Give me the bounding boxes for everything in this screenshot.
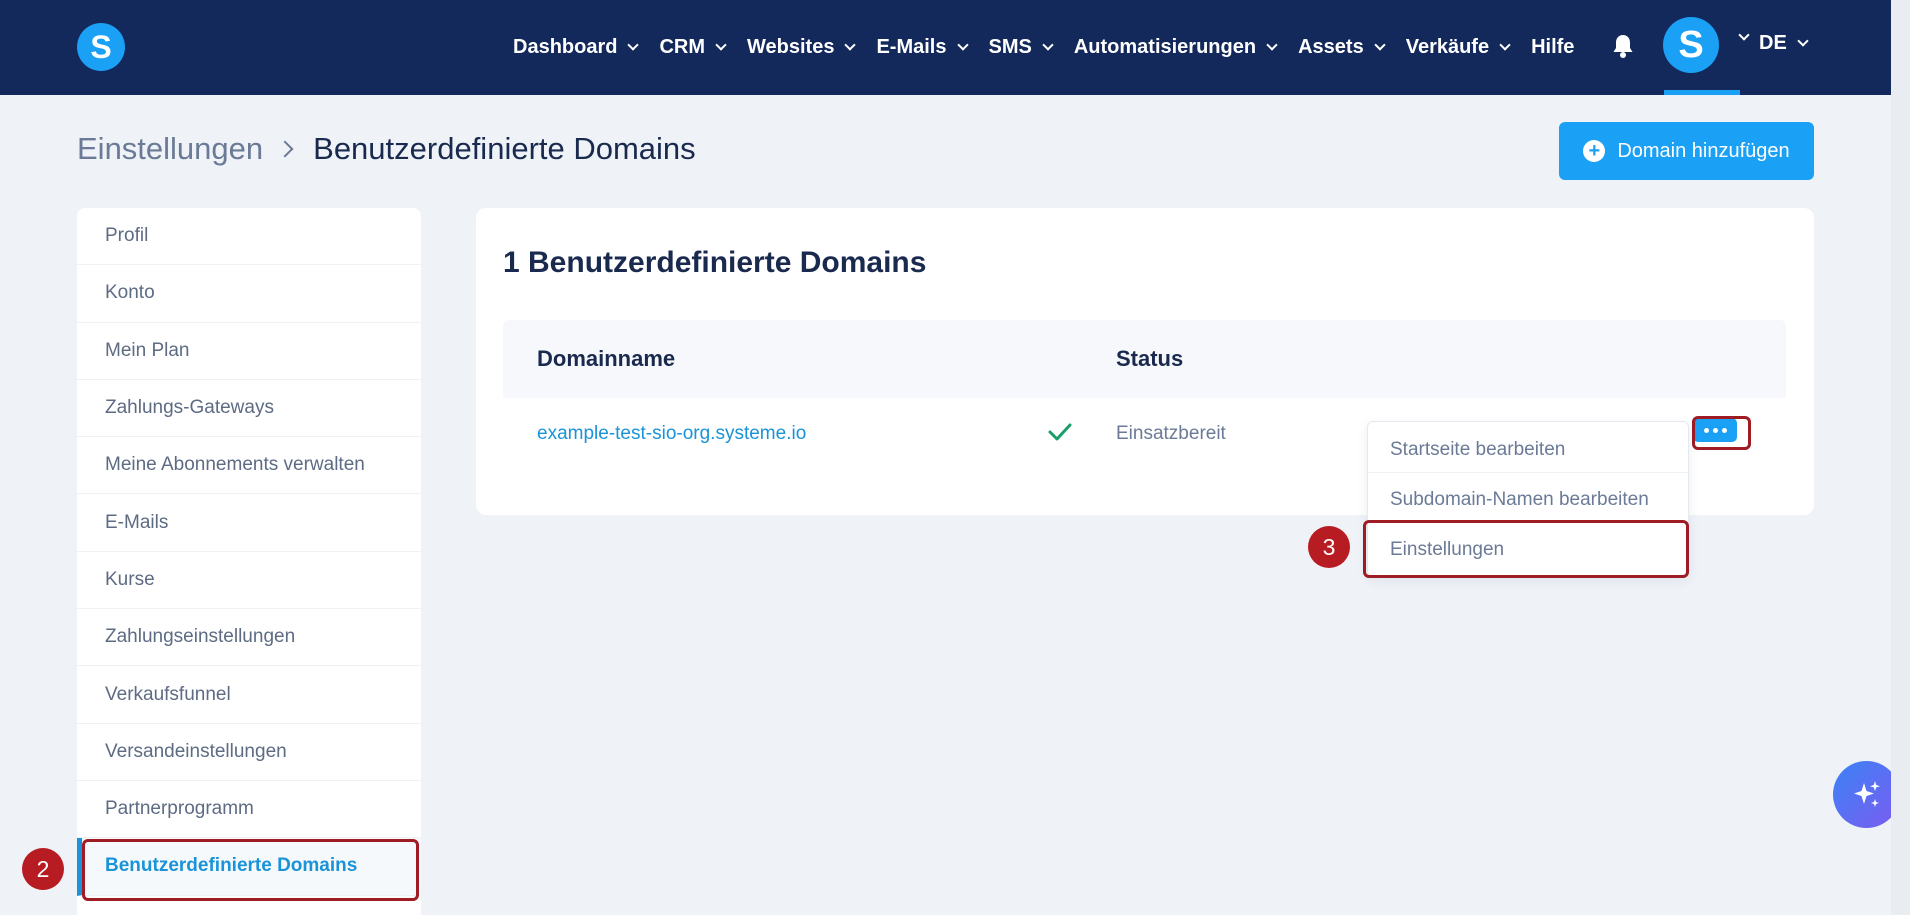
menu-divider bbox=[1368, 472, 1688, 473]
card-title: 1 Benutzerdefinierte Domains bbox=[503, 246, 927, 279]
check-icon bbox=[1048, 423, 1072, 441]
highlight-box-more-button bbox=[1692, 416, 1751, 450]
nav-websites[interactable]: Websites bbox=[747, 36, 857, 59]
bell-icon[interactable] bbox=[1612, 33, 1634, 59]
app-logo[interactable]: S bbox=[77, 23, 125, 71]
menu-item-edit-subdomain[interactable]: Subdomain-Namen bearbeiten bbox=[1390, 489, 1649, 511]
plus-circle-icon: + bbox=[1583, 140, 1606, 162]
nav-automations[interactable]: Automatisierungen bbox=[1074, 36, 1278, 59]
sidebar-item-payment-gateways[interactable]: Zahlungs-Gateways bbox=[77, 380, 421, 438]
highlight-box-sidebar bbox=[82, 839, 419, 901]
column-header-status: Status bbox=[1116, 346, 1184, 371]
ai-assistant-button[interactable] bbox=[1833, 761, 1900, 828]
sidebar-item-emails[interactable]: E-Mails bbox=[77, 494, 421, 552]
table-header: Domainname Status bbox=[503, 320, 1786, 398]
language-selector[interactable]: DE bbox=[1759, 32, 1809, 55]
sidebar-item-sales-funnel[interactable]: Verkaufsfunnel bbox=[77, 666, 421, 724]
breadcrumb: Einstellungen Benutzerdefinierte Domains bbox=[77, 131, 696, 167]
domain-link[interactable]: example-test-sio-org.systeme.io bbox=[537, 423, 806, 445]
nav-assets[interactable]: Assets bbox=[1298, 36, 1386, 59]
page-title: Benutzerdefinierte Domains bbox=[313, 131, 696, 166]
chevron-down-icon bbox=[715, 38, 727, 51]
settings-sidebar: Profil Konto Mein Plan Zahlungs-Gateways… bbox=[77, 208, 421, 915]
sidebar-item-affiliate[interactable]: Partnerprogramm bbox=[77, 781, 421, 839]
status-text: Einsatzbereit bbox=[1116, 423, 1226, 444]
sidebar-item-account[interactable]: Konto bbox=[77, 265, 421, 323]
chevron-down-icon bbox=[1374, 38, 1386, 51]
sidebar-item-plan[interactable]: Mein Plan bbox=[77, 323, 421, 380]
breadcrumb-parent[interactable]: Einstellungen bbox=[77, 131, 263, 167]
step-badge-2: 2 bbox=[22, 848, 64, 890]
column-header-domain: Domainname bbox=[537, 346, 676, 371]
top-navbar: S Dashboard CRM Websites E-Mails SMS Aut… bbox=[0, 0, 1891, 95]
chevron-down-icon bbox=[844, 38, 857, 51]
highlight-box-settings bbox=[1363, 520, 1689, 578]
add-domain-button[interactable]: + Domain hinzufügen bbox=[1559, 122, 1814, 180]
main-nav: Dashboard CRM Websites E-Mails SMS Autom… bbox=[513, 0, 1596, 95]
chevron-down-icon bbox=[627, 38, 640, 51]
add-domain-label: Domain hinzufügen bbox=[1617, 139, 1790, 162]
active-indicator bbox=[1664, 90, 1740, 95]
nav-help[interactable]: Hilfe bbox=[1531, 36, 1574, 59]
chevron-down-icon bbox=[1042, 38, 1054, 51]
nav-dashboard[interactable]: Dashboard bbox=[513, 36, 640, 59]
sidebar-item-courses[interactable]: Kurse bbox=[77, 552, 421, 610]
nav-crm[interactable]: CRM bbox=[659, 36, 727, 59]
chevron-down-icon bbox=[1797, 34, 1809, 47]
step-badge-3: 3 bbox=[1308, 526, 1350, 568]
sidebar-item-payment-settings[interactable]: Zahlungseinstellungen bbox=[77, 609, 421, 667]
chevron-right-icon bbox=[276, 140, 294, 158]
avatar[interactable]: S bbox=[1663, 17, 1719, 73]
chevron-down-icon bbox=[1499, 38, 1511, 51]
menu-item-edit-homepage[interactable]: Startseite bearbeiten bbox=[1390, 439, 1565, 461]
scrollbar-track[interactable] bbox=[1891, 0, 1910, 915]
sparkle-icon bbox=[1853, 780, 1880, 807]
chevron-down-icon bbox=[956, 38, 969, 51]
sidebar-item-subscriptions[interactable]: Meine Abonnements verwalten bbox=[77, 437, 421, 495]
sidebar-item-shipping[interactable]: Versandeinstellungen bbox=[77, 724, 421, 781]
sidebar-item-profile[interactable]: Profil bbox=[77, 208, 421, 266]
nav-sales[interactable]: Verkäufe bbox=[1406, 36, 1511, 59]
chevron-down-icon[interactable] bbox=[1738, 29, 1750, 41]
nav-emails[interactable]: E-Mails bbox=[876, 36, 969, 59]
chevron-down-icon bbox=[1266, 38, 1278, 51]
nav-sms[interactable]: SMS bbox=[989, 36, 1054, 59]
